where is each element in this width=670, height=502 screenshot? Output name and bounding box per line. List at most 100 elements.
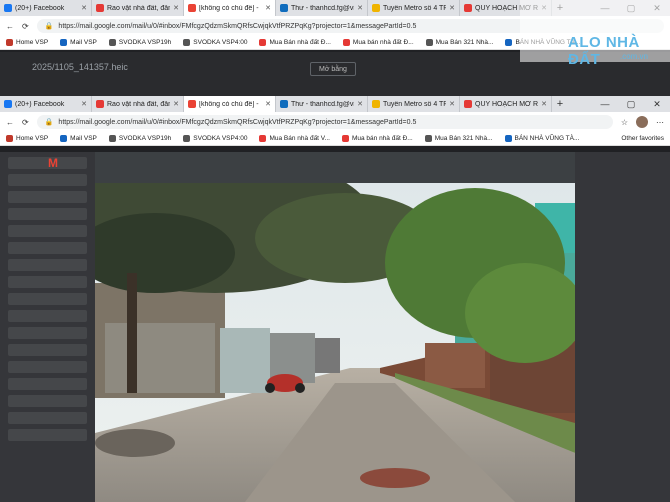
- gmail-sidebar-dimmed: [0, 152, 95, 502]
- browser-tab[interactable]: Rao vặt nhà đất, đăn ✕: [92, 0, 184, 16]
- bookmark-item[interactable]: SVODKA VSP19h: [108, 135, 172, 142]
- bookmark-label: Mua Bán 321 Nhà...: [435, 39, 494, 46]
- url-bar[interactable]: 🔒 https://mail.google.com/mail/u/0/#inbo…: [36, 115, 613, 129]
- tab-label: [không có chủ đề] -: [199, 100, 259, 108]
- lock-icon: 🔒: [44, 23, 54, 30]
- tab-close-icon[interactable]: ✕: [449, 4, 455, 12]
- bookmark-label: Home VSP: [16, 135, 49, 142]
- bookmark-item[interactable]: Mua Bán 321 Nhà...: [424, 135, 493, 142]
- tab-label: Tuyến Metro số 4 TP: [383, 100, 447, 108]
- bookmark-item[interactable]: Mail VSP: [60, 135, 97, 142]
- window-controls: —▢✕: [592, 96, 670, 112]
- close-icon[interactable]: ✕: [644, 96, 670, 112]
- tab-close-icon[interactable]: ✕: [173, 100, 179, 108]
- bookmark-item[interactable]: Home VSP: [6, 39, 48, 46]
- bookmark-label: SVODKA VSP19h: [118, 135, 172, 142]
- address-row: ← ⟳ 🔒 https://mail.google.com/mail/u/0/#…: [0, 112, 670, 132]
- lock-icon: 🔒: [44, 119, 54, 126]
- bookmark-icon: [108, 135, 116, 142]
- bookmark-label: SVODKA VSP19h: [118, 39, 172, 46]
- bookmark-label: Mua Bán nhà đất V...: [269, 135, 330, 142]
- bookmark-label: Mua bán nhà đất Đ...: [352, 39, 414, 46]
- bookmark-item[interactable]: SVODKA VSP4:00: [183, 39, 247, 46]
- tab-close-icon[interactable]: ✕: [265, 100, 271, 108]
- tab-label: (20+) Facebook: [15, 100, 65, 108]
- bookmark-icon: [259, 39, 267, 46]
- tab-close-icon[interactable]: ✕: [173, 4, 179, 12]
- menu-icon[interactable]: ⋯: [656, 118, 664, 127]
- gmail-right-pane-dimmed: [575, 152, 670, 502]
- bookmark-item[interactable]: Mua Bán 321 Nhà...: [425, 39, 494, 46]
- tab-label: Thư - thanhcd.fg@vi: [291, 4, 355, 12]
- bookmarks-bar: Home VSP Mail VSP SVODKA VSP19h SVODKA VSP4…: [0, 132, 670, 146]
- bookmark-label: Mua Bán nhà đất Đ...: [269, 39, 331, 46]
- bookmark-item[interactable]: Mua bán nhà đất Đ...: [341, 135, 413, 142]
- minimize-icon[interactable]: —: [592, 96, 618, 112]
- tab-close-icon[interactable]: ✕: [541, 100, 547, 108]
- url-text: https://mail.google.com/mail/u/0/#inbox/…: [58, 22, 417, 30]
- bookmark-icon: [504, 135, 512, 142]
- bookmark-item[interactable]: Mua Bán nhà đất V...: [259, 135, 330, 142]
- tab-close-icon[interactable]: ✕: [449, 100, 455, 108]
- browser-tab[interactable]: Thư - thanhcd.fg@vi ✕: [276, 96, 368, 112]
- bookmark-item[interactable]: SVODKA VSP19h: [108, 39, 172, 46]
- tab-favicon-icon: [464, 4, 472, 12]
- bookmark-item[interactable]: Mua bán nhà đất Đ...: [342, 39, 414, 46]
- reload-icon[interactable]: ⟳: [22, 22, 29, 31]
- profile-avatar[interactable]: [636, 116, 648, 128]
- tab-label: Rao vặt nhà đất, đăn: [107, 4, 171, 12]
- browser-tab[interactable]: [không có chủ đề] - ✕: [184, 0, 276, 16]
- browser-tab[interactable]: (20+) Facebook ✕: [0, 96, 92, 112]
- bookmark-icon: [425, 39, 433, 46]
- bookmark-icon: [424, 135, 432, 142]
- bookmark-label: Home VSP: [16, 39, 49, 46]
- tab-favicon-icon: [4, 100, 12, 108]
- tab-close-icon[interactable]: ✕: [265, 4, 271, 12]
- browser-tab[interactable]: [không có chủ đề] - ✕: [184, 96, 276, 112]
- bookmark-label: Mua Bán 321 Nhà...: [434, 135, 493, 142]
- bookmark-icon: [60, 135, 68, 142]
- bookmark-icon: [183, 135, 191, 142]
- open-with-button[interactable]: Mở bằng: [310, 62, 356, 76]
- bookmark-item[interactable]: Mua Bán nhà đất Đ...: [259, 39, 331, 46]
- bookmark-icon: [505, 39, 513, 46]
- browser-tab[interactable]: Tuyến Metro số 4 TP ✕: [368, 96, 460, 112]
- tab-close-icon[interactable]: ✕: [357, 100, 363, 108]
- tab-close-icon[interactable]: ✕: [357, 4, 363, 12]
- bookmark-label: BÁN NHÀ VŨNG TÀ...: [514, 135, 580, 142]
- reload-icon[interactable]: ⟳: [22, 118, 29, 127]
- attachment-photo: [95, 183, 575, 502]
- bookmark-icon: [108, 39, 116, 46]
- tab-close-icon[interactable]: ✕: [81, 100, 87, 108]
- bookmark-label: Mail VSP: [70, 135, 97, 142]
- tab-favicon-icon: [96, 100, 104, 108]
- tab-label: (20+) Facebook: [15, 4, 65, 12]
- back-icon[interactable]: ←: [6, 22, 14, 31]
- tab-favicon-icon: [4, 4, 12, 12]
- new-tab-button[interactable]: +: [552, 96, 568, 112]
- tab-label: Rao vặt nhà đất, đăn: [107, 100, 171, 108]
- maximize-icon[interactable]: ▢: [618, 96, 644, 112]
- tab-favicon-icon: [96, 4, 104, 12]
- bookmark-item[interactable]: Mail VSP: [60, 39, 97, 46]
- bookmark-icon: [342, 39, 350, 46]
- tab-favicon-icon: [280, 4, 288, 12]
- back-icon[interactable]: ←: [6, 118, 14, 127]
- url-text: https://mail.google.com/mail/u/0/#inbox/…: [58, 118, 417, 126]
- browser-tab[interactable]: Thư - thanhcd.fg@vi ✕: [276, 0, 368, 16]
- other-favorites[interactable]: Other favorites: [621, 135, 664, 142]
- browser-tab[interactable]: QUY HOẠCH MỞ RỘ✕: [460, 96, 552, 112]
- bookmark-item[interactable]: Home VSP: [6, 135, 48, 142]
- bookmark-item[interactable]: SVODKA VSP4:00: [183, 135, 247, 142]
- tab-close-icon[interactable]: ✕: [81, 4, 87, 12]
- browser-tab[interactable]: (20+) Facebook ✕: [0, 0, 92, 16]
- bookmark-icon: [259, 135, 267, 142]
- tab-label: [không có chủ đề] -: [199, 4, 259, 12]
- bookmark-icon: [6, 135, 13, 142]
- tab-favicon-icon: [372, 100, 380, 108]
- favorite-star-icon[interactable]: ☆: [621, 118, 628, 127]
- browser-tab[interactable]: Rao vặt nhà đất, đăn ✕: [92, 96, 184, 112]
- browser-tab[interactable]: Tuyến Metro số 4 TP ✕: [368, 0, 460, 16]
- bookmark-item[interactable]: BÁN NHÀ VŨNG TÀ...: [504, 135, 580, 142]
- tab-strip: (20+) Facebook ✕ Rao vặt nhà đất, đăn ✕ [khô…: [0, 96, 670, 112]
